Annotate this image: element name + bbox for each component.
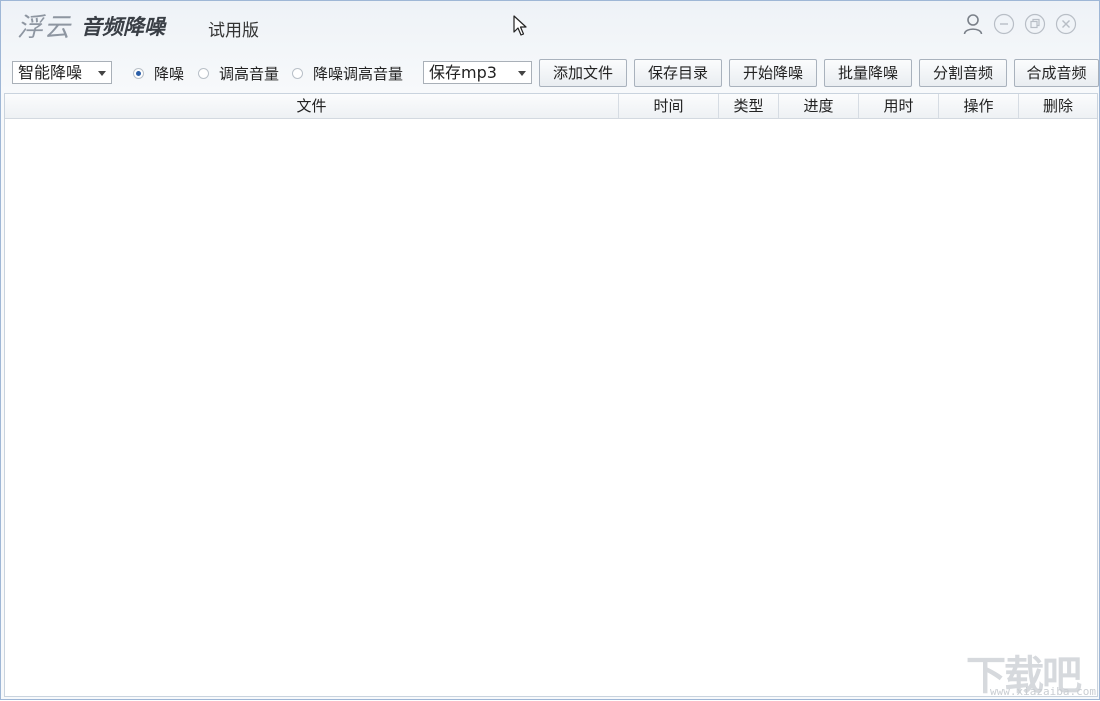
close-icon[interactable] (1055, 13, 1077, 35)
toolbar: 智能降噪 降噪 调高音量 降噪调高音量 保存mp3 添加文件 保存目录 开始降噪… (1, 57, 1099, 91)
radio-volume-up[interactable]: 调高音量 (198, 63, 279, 83)
restore-icon[interactable] (1024, 13, 1046, 35)
column-header-file[interactable]: 文件 (5, 94, 619, 118)
radio-dot-checked (133, 67, 144, 79)
radio-label: 调高音量 (219, 64, 280, 83)
column-header-delete[interactable]: 删除 (1019, 94, 1097, 118)
save-directory-button[interactable]: 保存目录 (634, 59, 722, 87)
column-header-time[interactable]: 时间 (619, 94, 719, 118)
user-icon[interactable] (962, 13, 984, 35)
mode-select[interactable]: 智能降噪 (12, 61, 112, 84)
radio-dot (198, 67, 209, 79)
column-header-progress[interactable]: 进度 (779, 94, 859, 118)
column-header-elapsed[interactable]: 用时 (859, 94, 939, 118)
app-logo-title: 音频降噪 (81, 15, 165, 39)
table-header: 文件 时间 类型 进度 用时 操作 删除 (5, 94, 1097, 119)
merge-audio-button[interactable]: 合成音频 (1014, 59, 1099, 87)
file-table: 文件 时间 类型 进度 用时 操作 删除 (4, 93, 1098, 697)
radio-label: 降噪调高音量 (313, 64, 404, 83)
table-body[interactable] (5, 119, 1097, 696)
split-audio-button[interactable]: 分割音频 (919, 59, 1007, 87)
format-select[interactable]: 保存mp3 (423, 61, 532, 84)
radio-denoise[interactable]: 降噪 (133, 63, 184, 83)
app-window: 浮云 音频降噪 试用版 智能降噪 降噪 调高音量 降噪调高音量 保存mp3 添加… (0, 0, 1100, 700)
chevron-down-icon (518, 71, 526, 76)
column-header-action[interactable]: 操作 (939, 94, 1019, 118)
app-logo-light: 浮云 (17, 13, 72, 43)
radio-denoise-volume-up[interactable]: 降噪调高音量 (292, 63, 403, 83)
watermark-logo: 下载吧 www.xiazaiba.com (966, 641, 1096, 699)
column-header-type[interactable]: 类型 (719, 94, 779, 118)
mouse-cursor-icon (513, 15, 527, 36)
start-denoise-button[interactable]: 开始降噪 (729, 59, 817, 87)
chevron-down-icon (98, 71, 106, 76)
add-file-button[interactable]: 添加文件 (539, 59, 627, 87)
format-select-value: 保存mp3 (429, 63, 497, 82)
minimize-icon[interactable] (993, 13, 1015, 35)
mode-select-value: 智能降噪 (18, 63, 83, 82)
edition-label: 试用版 (208, 21, 259, 41)
radio-dot (292, 67, 303, 79)
radio-label: 降噪 (154, 64, 185, 83)
batch-denoise-button[interactable]: 批量降噪 (824, 59, 912, 87)
title-bar[interactable]: 浮云 音频降噪 试用版 (1, 1, 1099, 51)
watermark-url: www.xiazaiba.com (990, 685, 1096, 698)
